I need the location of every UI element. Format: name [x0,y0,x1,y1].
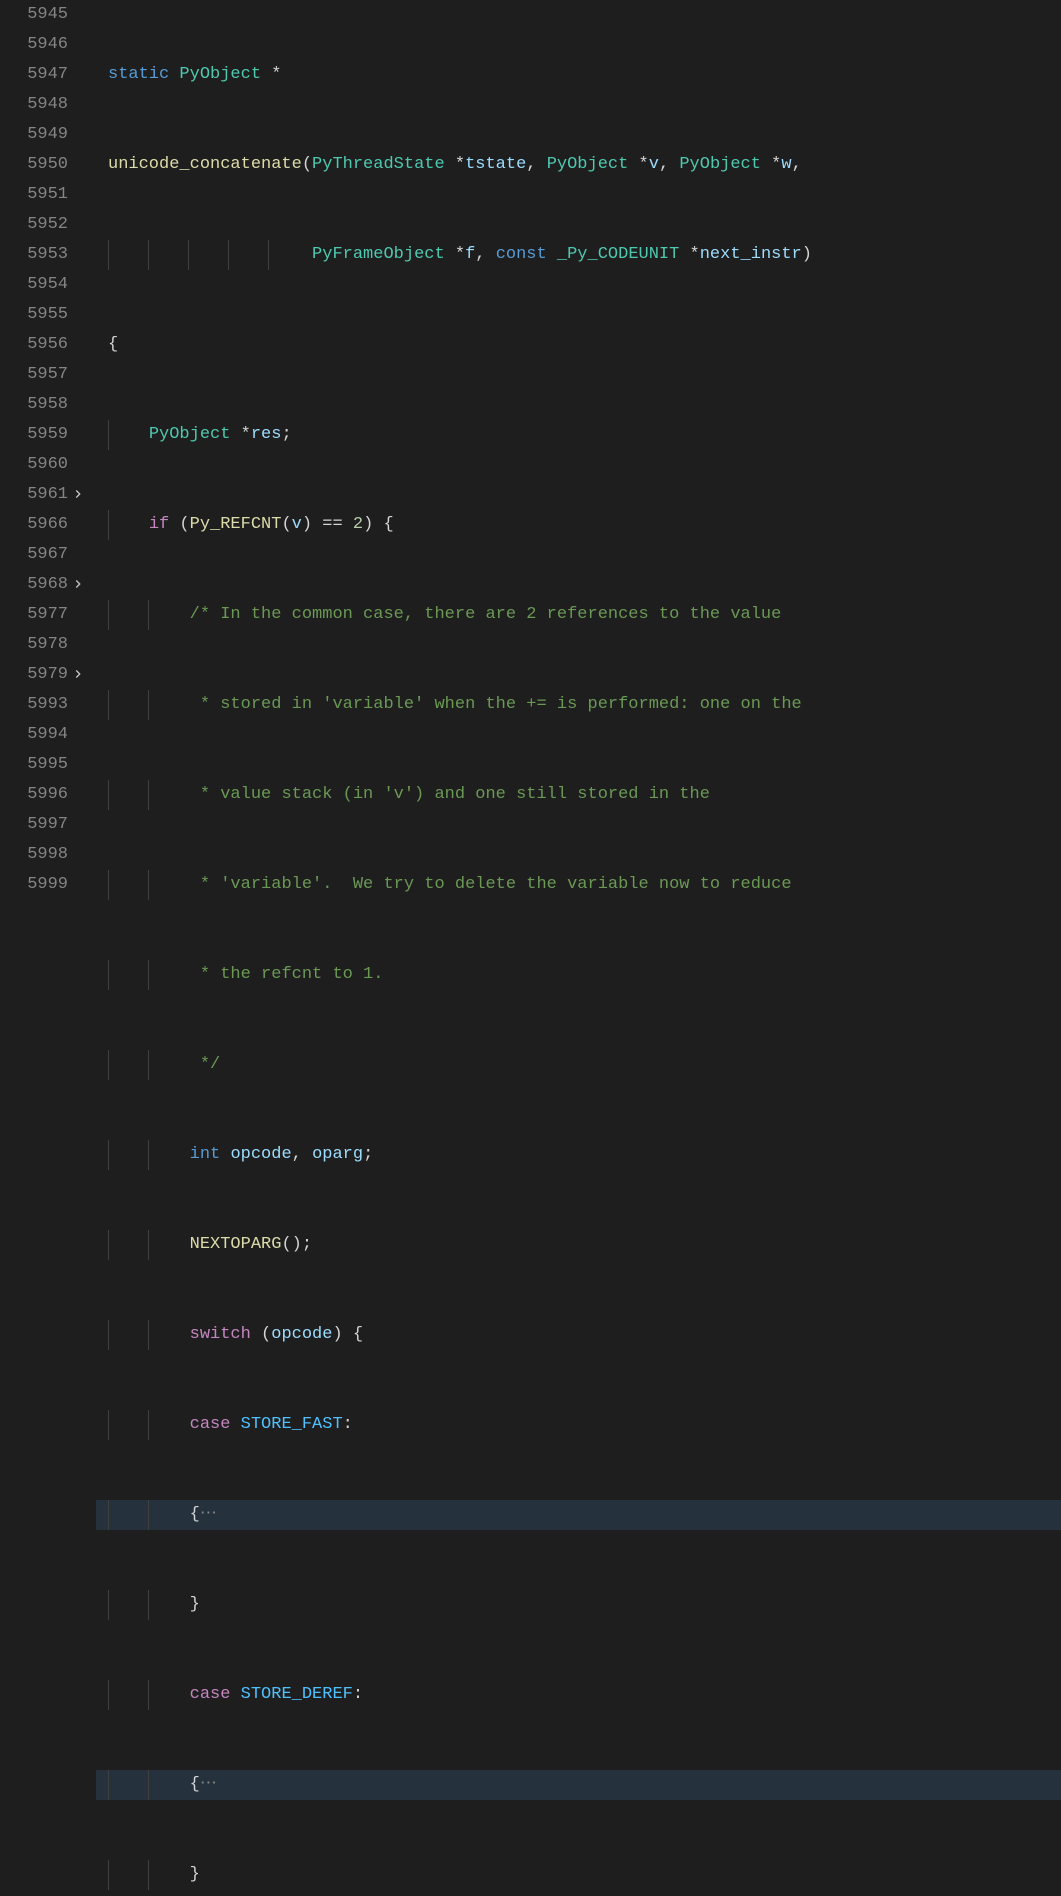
line-number: 5995 [0,750,88,780]
code-line[interactable]: NEXTOPARG(); [96,1230,1061,1260]
line-number: 5979 [0,660,88,690]
code-line[interactable]: * the refcnt to 1. [96,960,1061,990]
code-line[interactable]: static PyObject * [96,60,1061,90]
line-number: 5966 [0,510,88,540]
line-number: 5952 [0,210,88,240]
line-number: 5961 [0,480,88,510]
line-number: 5953 [0,240,88,270]
code-line[interactable]: * stored in 'variable' when the += is pe… [96,690,1061,720]
code-line-folded[interactable]: {⋯ [96,1500,1061,1530]
code-line[interactable]: unicode_concatenate(PyThreadState *tstat… [96,150,1061,180]
line-number: 5960 [0,450,88,480]
line-number: 5994 [0,720,88,750]
code-line[interactable]: case STORE_FAST: [96,1410,1061,1440]
fold-expand-icon[interactable] [70,666,86,682]
line-number: 5978 [0,630,88,660]
line-number: 5997 [0,810,88,840]
code-line[interactable]: { [96,330,1061,360]
line-number: 5948 [0,90,88,120]
code-content[interactable]: static PyObject * unicode_concatenate(Py… [96,0,1061,948]
code-line[interactable]: if (Py_REFCNT(v) == 2) { [96,510,1061,540]
line-number: 5958 [0,390,88,420]
line-number-gutter: 5945 5946 5947 5948 5949 5950 5951 5952 … [0,0,96,948]
code-line[interactable]: PyObject *res; [96,420,1061,450]
line-number: 5996 [0,780,88,810]
line-number: 5954 [0,270,88,300]
code-line[interactable]: } [96,1590,1061,1620]
line-number: 5949 [0,120,88,150]
code-line[interactable]: */ [96,1050,1061,1080]
code-line[interactable]: int opcode, oparg; [96,1140,1061,1170]
code-line[interactable]: * 'variable'. We try to delete the varia… [96,870,1061,900]
line-number: 5957 [0,360,88,390]
code-line[interactable]: /* In the common case, there are 2 refer… [96,600,1061,630]
code-line[interactable]: * value stack (in 'v') and one still sto… [96,780,1061,810]
fold-expand-icon[interactable] [70,486,86,502]
code-line[interactable]: PyFrameObject *f, const _Py_CODEUNIT *ne… [96,240,1061,270]
line-number: 5956 [0,330,88,360]
line-number: 5977 [0,600,88,630]
line-number: 5967 [0,540,88,570]
line-number: 5968 [0,570,88,600]
fold-expand-icon[interactable] [70,576,86,592]
code-line[interactable]: switch (opcode) { [96,1320,1061,1350]
line-number: 5951 [0,180,88,210]
code-line[interactable]: } [96,1860,1061,1890]
line-number: 5947 [0,60,88,90]
line-number: 5959 [0,420,88,450]
code-line-folded[interactable]: {⋯ [96,1770,1061,1800]
line-number: 5945 [0,0,88,30]
line-number: 5950 [0,150,88,180]
line-number: 5993 [0,690,88,720]
line-number: 5946 [0,30,88,60]
code-editor[interactable]: 5945 5946 5947 5948 5949 5950 5951 5952 … [0,0,1061,948]
line-number: 5998 [0,840,88,870]
code-line[interactable]: case STORE_DEREF: [96,1680,1061,1710]
line-number: 5955 [0,300,88,330]
line-number: 5999 [0,870,88,900]
